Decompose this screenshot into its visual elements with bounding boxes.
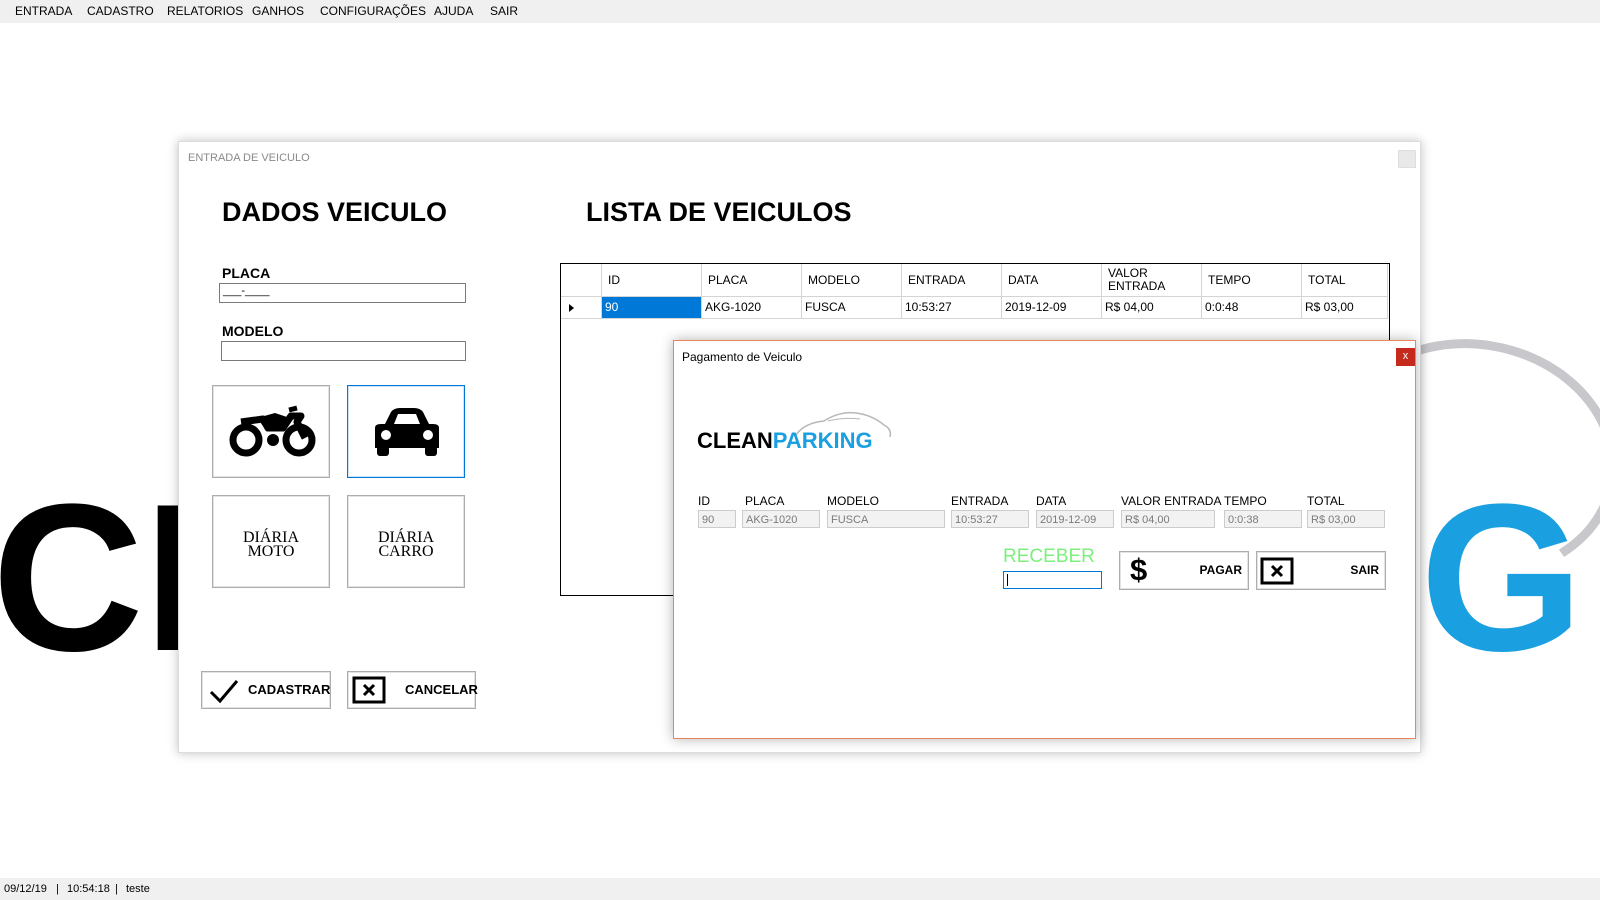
grid-header-row: ID PLACA MODELO ENTRADA DATA VALOR ENTRA… xyxy=(561,264,1389,297)
status-date: 09/12/19 xyxy=(4,883,47,895)
column-header-data[interactable]: DATA xyxy=(1002,264,1102,297)
close-box-icon xyxy=(1260,557,1294,585)
diaria-carro-button[interactable]: DIÁRIA CARRO xyxy=(347,495,465,588)
cell-tempo[interactable]: 0:0:48 xyxy=(1202,297,1302,319)
cell-modelo[interactable]: FUSCA xyxy=(802,297,902,319)
close-box-icon xyxy=(352,676,386,704)
cell-placa[interactable]: AKG-1020 xyxy=(702,297,802,319)
field-modelo-value: FUSCA xyxy=(827,510,945,528)
menu-configuracoes[interactable]: CONFIGURAÇÕES xyxy=(320,4,426,18)
column-header-entrada[interactable]: ENTRADA xyxy=(902,264,1002,297)
field-data-label: DATA xyxy=(1036,494,1067,508)
column-header-valor-entrada-line2: ENTRADA xyxy=(1108,279,1166,293)
sair-label: SAIR xyxy=(1350,563,1379,577)
cell-entrada[interactable]: 10:53:27 xyxy=(902,297,1002,319)
field-total-label: TOTAL xyxy=(1307,494,1345,508)
entry-form-close-button[interactable] xyxy=(1398,150,1416,168)
pagar-label: PAGAR xyxy=(1199,563,1242,577)
field-placa-label: PLACA xyxy=(745,494,785,508)
column-header-tempo[interactable]: TEMPO xyxy=(1202,264,1302,297)
table-row[interactable]: 90 AKG-1020 FUSCA 10:53:27 2019-12-09 R$… xyxy=(561,297,1389,319)
field-tempo-label: TEMPO xyxy=(1224,494,1267,508)
receber-input[interactable] xyxy=(1003,571,1102,589)
text-cursor xyxy=(1007,574,1008,586)
cell-data[interactable]: 2019-12-09 xyxy=(1002,297,1102,319)
cell-total[interactable]: R$ 03,00 xyxy=(1302,297,1388,319)
menu-relatorios[interactable]: RELATORIOS xyxy=(167,4,243,18)
menu-cadastro[interactable]: CADASTRO xyxy=(87,4,154,18)
cancelar-button[interactable]: CANCELAR xyxy=(347,671,478,709)
field-id-label: ID xyxy=(698,494,710,508)
status-user: teste xyxy=(126,883,150,895)
diaria-carro-line2: CARRO xyxy=(378,543,434,560)
placa-input-mask: ___-____ xyxy=(223,285,270,297)
field-placa-value: AKG-1020 xyxy=(742,510,820,528)
field-valor-entrada-value: R$ 04,00 xyxy=(1121,510,1215,528)
payment-dialog-title: Pagamento de Veiculo xyxy=(682,350,803,364)
field-modelo-label: MODELO xyxy=(827,494,880,508)
motorcycle-icon xyxy=(229,405,316,457)
menu-bar: ENTRADA CADASTRO RELATORIOS GANHOS CONFI… xyxy=(0,0,1600,23)
cell-valor-entrada[interactable]: R$ 04,00 xyxy=(1102,297,1202,319)
diaria-moto-line2: MOTO xyxy=(247,543,295,560)
cell-id[interactable]: 90 xyxy=(602,297,702,319)
menu-ajuda[interactable]: AJUDA xyxy=(434,4,473,18)
checkmark-icon xyxy=(209,680,239,704)
column-header-placa[interactable]: PLACA xyxy=(702,264,802,297)
row-pointer-icon xyxy=(569,304,574,312)
status-separator: | xyxy=(56,883,59,895)
placa-input[interactable]: ___-____ xyxy=(219,283,466,303)
dollar-icon: $ xyxy=(1130,552,1148,587)
sair-button[interactable]: SAIR xyxy=(1256,551,1386,590)
field-entrada-value: 10:53:27 xyxy=(951,510,1029,528)
field-tempo-value: 0:0:38 xyxy=(1224,510,1302,528)
column-header-id[interactable]: ID xyxy=(602,264,702,297)
payment-dialog-close-button[interactable]: x xyxy=(1396,348,1415,366)
field-valor-entrada-label: VALOR ENTRADA xyxy=(1121,494,1222,508)
row-selector[interactable] xyxy=(561,297,602,319)
field-id-value: 90 xyxy=(698,510,736,528)
column-header-modelo[interactable]: MODELO xyxy=(802,264,902,297)
cadastrar-button[interactable]: CADASTRAR xyxy=(201,671,331,709)
field-entrada-label: ENTRADA xyxy=(951,494,1009,508)
status-separator: | xyxy=(115,883,118,895)
receber-label: RECEBER xyxy=(1003,546,1095,567)
grid-row-header-corner xyxy=(561,264,602,297)
car-button[interactable] xyxy=(347,385,465,478)
modelo-label: MODELO xyxy=(222,323,284,339)
pagar-button[interactable]: $ PAGAR xyxy=(1119,551,1249,590)
entry-form-title: ENTRADA DE VEICULO xyxy=(188,152,310,164)
clean-parking-logo: CLEANPARKING xyxy=(697,428,873,454)
section-title-vehicle: DADOS VEICULO xyxy=(222,197,448,227)
car-icon xyxy=(375,408,439,456)
column-header-total[interactable]: TOTAL xyxy=(1302,264,1388,297)
cancelar-label: CANCELAR xyxy=(405,682,478,697)
modelo-input[interactable] xyxy=(221,341,466,361)
status-time: 10:54:18 xyxy=(67,883,110,895)
logo-parking-text: PARKING xyxy=(772,428,873,453)
diaria-moto-button[interactable]: DIÁRIA MOTO xyxy=(212,495,330,588)
menu-ganhos[interactable]: GANHOS xyxy=(252,4,304,18)
status-bar: 09/12/19 | 10:54:18 | teste xyxy=(0,878,1600,900)
logo-clean-text: CLEAN xyxy=(697,428,773,453)
moto-button[interactable] xyxy=(212,385,330,478)
field-total-value: R$ 03,00 xyxy=(1307,510,1385,528)
cadastrar-label: CADASTRAR xyxy=(248,682,331,697)
background-logo-right: G xyxy=(1420,460,1584,695)
field-data-value: 2019-12-09 xyxy=(1036,510,1114,528)
placa-label: PLACA xyxy=(222,265,271,281)
section-title-list: LISTA DE VEICULOS xyxy=(586,197,852,227)
menu-sair[interactable]: SAIR xyxy=(490,4,518,18)
column-header-valor-entrada[interactable]: VALOR ENTRADA xyxy=(1102,264,1202,297)
payment-dialog: Pagamento de Veiculo x CLEANPARKING ID 9… xyxy=(673,340,1416,739)
menu-entrada[interactable]: ENTRADA xyxy=(15,4,72,18)
